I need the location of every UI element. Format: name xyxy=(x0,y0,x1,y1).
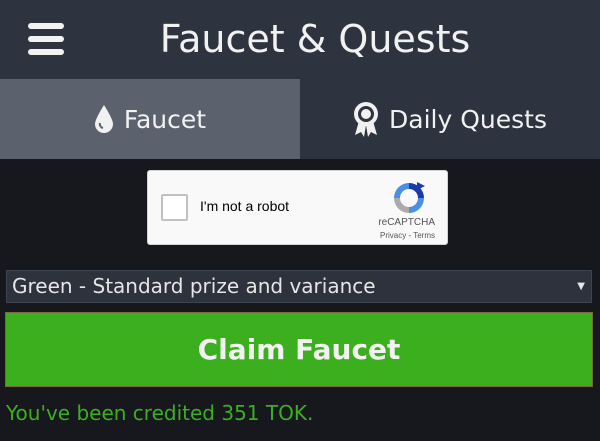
faucet-page: Faucet & Quests Faucet Daily Quests I'm … xyxy=(0,0,600,441)
tab-daily-quests-label: Daily Quests xyxy=(389,104,547,134)
header-bar: Faucet & Quests xyxy=(0,0,600,79)
tab-bar: Faucet Daily Quests xyxy=(0,79,600,159)
captcha-label: I'm not a robot xyxy=(200,198,290,214)
prize-variance-select[interactable]: Green - Standard prize and variance ▼ xyxy=(6,270,592,303)
claim-faucet-button[interactable]: Claim Faucet xyxy=(5,312,593,387)
recaptcha-brand-text: reCAPTCHA xyxy=(378,217,435,228)
recaptcha-privacy-terms[interactable]: Privacy - Terms xyxy=(380,231,435,240)
captcha-checkbox[interactable] xyxy=(161,194,188,221)
droplet-icon xyxy=(94,104,114,134)
hamburger-menu-icon[interactable] xyxy=(28,23,64,55)
recaptcha-logo-icon xyxy=(391,180,427,216)
tab-daily-quests[interactable]: Daily Quests xyxy=(300,79,600,159)
credit-status-message: You've been credited 351 TOK. xyxy=(6,401,314,425)
chevron-down-icon: ▼ xyxy=(577,281,585,292)
tab-faucet[interactable]: Faucet xyxy=(0,79,300,159)
page-title: Faucet & Quests xyxy=(159,17,471,61)
recaptcha-widget: I'm not a robot reCAPTCHA Privacy - Term… xyxy=(147,170,448,245)
tab-faucet-label: Faucet xyxy=(123,104,207,134)
award-ribbon-icon xyxy=(353,101,379,137)
prize-variance-selected: Green - Standard prize and variance xyxy=(12,274,376,298)
